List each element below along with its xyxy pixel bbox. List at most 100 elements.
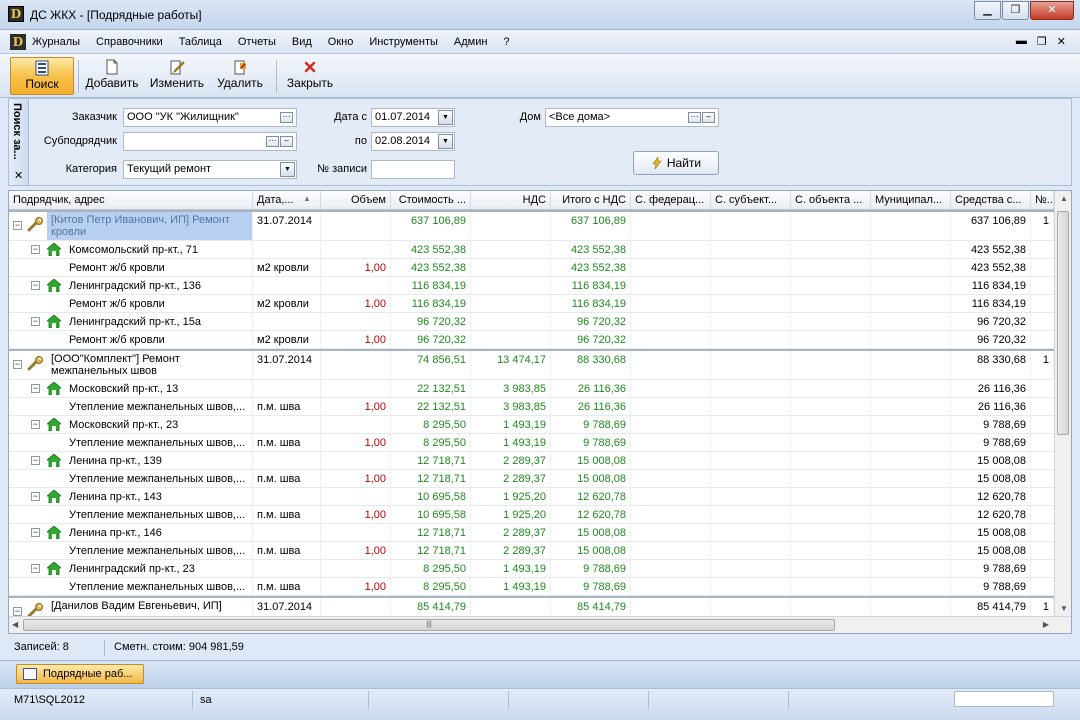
work-row[interactable]: Утепление межпанельных швов,... п.м. шва 1… (9, 542, 1054, 560)
work-row[interactable]: Ремонт ж/б кровли м2 кровли 1,00 116 834,19… (9, 295, 1054, 313)
search-toggle-button[interactable]: Поиск (10, 57, 74, 95)
date-to-field[interactable]: 02.08.2014 ▼ (371, 132, 455, 151)
empty-cell (711, 524, 791, 541)
work-row[interactable]: Утепление межпанельных швов,... п.м. шва 1… (9, 398, 1054, 416)
address-row[interactable]: − Ленина пр-кт., 146 12 718,71 2 289,37 15 0… (9, 524, 1054, 542)
close-button[interactable]: Закрыть (282, 57, 338, 95)
subcontractor-lookup-button[interactable]: ··· (266, 136, 279, 147)
group-row[interactable]: − [Данилов Вадим Евгеньевич, ИП] 31.07.201… (9, 596, 1054, 616)
close-window-button[interactable]: ✕ (1030, 1, 1074, 20)
empty-cell (871, 331, 951, 348)
address-row[interactable]: − Ленинградский пр-кт., 23 8 295,50 1 493,1… (9, 560, 1054, 578)
menu-item[interactable]: Инструменты (369, 36, 438, 48)
address-row[interactable]: − Ленинградский пр-кт., 15а 96 720,32 96 72… (9, 313, 1054, 331)
edit-button[interactable]: Изменить (146, 57, 208, 95)
collapse-toggle-icon[interactable]: − (13, 360, 22, 369)
column-header[interactable]: Подрядчик, адрес (9, 191, 253, 209)
category-select[interactable]: Текущий ремонт ▼ (123, 160, 297, 179)
collapse-toggle-icon[interactable]: − (13, 221, 22, 230)
address-row[interactable]: − Московский пр-кт., 23 8 295,50 1 493,19 9 … (9, 416, 1054, 434)
date-from-field[interactable]: 01.07.2014 ▼ (371, 108, 455, 127)
search-panel-close-icon[interactable]: ✕ (14, 169, 23, 182)
address-row[interactable]: − Ленина пр-кт., 143 10 695,58 1 925,20 12 6… (9, 488, 1054, 506)
scroll-right-icon[interactable]: ▶ (1043, 620, 1049, 629)
app-menu-icon[interactable]: D (10, 34, 26, 50)
horizontal-scroll-thumb[interactable]: ||| (23, 619, 835, 631)
date-from-dropdown-icon[interactable]: ▼ (438, 110, 453, 125)
vertical-scrollbar[interactable]: ▲ ▼ (1054, 191, 1071, 616)
column-header[interactable]: С. объекта ... (791, 191, 871, 209)
work-row[interactable]: Утепление межпанельных швов,... п.м. шва 1… (9, 578, 1054, 596)
maximize-button[interactable]: ❐ (1002, 1, 1029, 20)
horizontal-scrollbar[interactable]: ◀ ||| ▶ (9, 616, 1071, 633)
subcontractor-clear-button[interactable]: – (280, 136, 293, 147)
menu-item[interactable]: Вид (292, 36, 312, 48)
menu-item[interactable]: Окно (328, 36, 354, 48)
status-divider (192, 691, 193, 709)
work-row[interactable]: Утепление межпанельных швов,... п.м. шва 1… (9, 434, 1054, 452)
find-button[interactable]: Найти (633, 151, 719, 175)
menu-item[interactable]: Админ (454, 36, 488, 48)
column-header[interactable]: Муниципал... (871, 191, 951, 209)
work-row[interactable]: Утепление межпанельных швов,... п.м. шва 1… (9, 506, 1054, 524)
address-row[interactable]: − Московский пр-кт., 13 22 132,51 3 983,85 2… (9, 380, 1054, 398)
empty-cell (791, 434, 871, 451)
search-panel-tab[interactable]: Поиск за... ✕ (9, 99, 29, 185)
collapse-toggle-icon[interactable]: − (13, 607, 22, 616)
menu-item[interactable]: ? (503, 36, 509, 48)
task-works-window[interactable]: Подрядные раб... (16, 664, 144, 684)
minimize-button[interactable]: ▁ (974, 1, 1001, 20)
address-row[interactable]: − Ленинградский пр-кт., 136 116 834,19 116 … (9, 277, 1054, 295)
customer-field[interactable]: ООО "УК "Жилищник" ··· (123, 108, 297, 127)
work-row[interactable]: Ремонт ж/б кровли м2 кровли 1,00 423 552,38… (9, 259, 1054, 277)
cost: 12 718,71 (391, 470, 471, 487)
mdi-minimize-button[interactable]: ▬ (1016, 35, 1027, 48)
work-row[interactable]: Утепление межпанельных швов,... п.м. шва 1… (9, 470, 1054, 488)
house-field[interactable]: <Все дома> ··· – (545, 108, 719, 127)
scroll-left-icon[interactable]: ◀ (12, 620, 18, 629)
work-date: 31.07.2014 (253, 598, 321, 616)
collapse-toggle-icon[interactable]: − (31, 528, 40, 537)
subcontractor-field[interactable]: ··· – (123, 132, 297, 151)
category-dropdown-icon[interactable]: ▼ (280, 162, 295, 177)
collapse-toggle-icon[interactable]: − (31, 281, 40, 290)
group-row[interactable]: − [ООО"Комплект"] Ремонт межпанельных шво… (9, 349, 1054, 380)
menu-item[interactable]: Таблица (179, 36, 222, 48)
mdi-close-button[interactable]: ✕ (1057, 35, 1066, 48)
work-row[interactable]: Ремонт ж/б кровли м2 кровли 1,00 96 720,32 9… (9, 331, 1054, 349)
column-header[interactable]: Стоимость ... (391, 191, 471, 209)
menu-item[interactable]: Журналы (32, 36, 80, 48)
add-button[interactable]: Добавить (82, 57, 142, 95)
collapse-toggle-icon[interactable]: − (31, 420, 40, 429)
empty-cell (631, 524, 711, 541)
column-header[interactable]: С. федерац... (631, 191, 711, 209)
date-to-dropdown-icon[interactable]: ▼ (438, 134, 453, 149)
scroll-up-icon[interactable]: ▲ (1060, 194, 1068, 203)
scroll-down-icon[interactable]: ▼ (1060, 604, 1068, 613)
collapse-toggle-icon[interactable]: − (31, 317, 40, 326)
column-header[interactable]: №... (1031, 191, 1054, 209)
address-row[interactable]: − Ленина пр-кт., 139 12 718,71 2 289,37 15 0… (9, 452, 1054, 470)
mdi-restore-button[interactable]: ❐ (1037, 35, 1047, 48)
record-no-field[interactable] (371, 160, 455, 179)
collapse-toggle-icon[interactable]: − (31, 245, 40, 254)
column-header[interactable]: С. субъект... (711, 191, 791, 209)
house-clear-button[interactable]: – (702, 112, 715, 123)
collapse-toggle-icon[interactable]: − (31, 492, 40, 501)
delete-button[interactable]: Удалить (214, 57, 266, 95)
column-header[interactable]: НДС (471, 191, 551, 209)
vertical-scroll-thumb[interactable] (1057, 211, 1069, 435)
customer-lookup-button[interactable]: ··· (280, 112, 293, 123)
window-taskbar: Подрядные раб... (0, 660, 1080, 688)
menu-item[interactable]: Отчеты (238, 36, 276, 48)
address-row[interactable]: − Комсомольский пр-кт., 71 423 552,38 423 5… (9, 241, 1054, 259)
column-header[interactable]: Итого с НДС (551, 191, 631, 209)
column-header[interactable]: Объем (321, 191, 391, 209)
collapse-toggle-icon[interactable]: − (31, 564, 40, 573)
collapse-toggle-icon[interactable]: − (31, 384, 40, 393)
group-row[interactable]: − [Китов Петр Иванович, ИП] Ремонт кровли… (9, 210, 1054, 241)
column-header[interactable]: Средства с... (951, 191, 1031, 209)
menu-item[interactable]: Справочники (96, 36, 163, 48)
house-lookup-button[interactable]: ··· (688, 112, 701, 123)
collapse-toggle-icon[interactable]: − (31, 456, 40, 465)
